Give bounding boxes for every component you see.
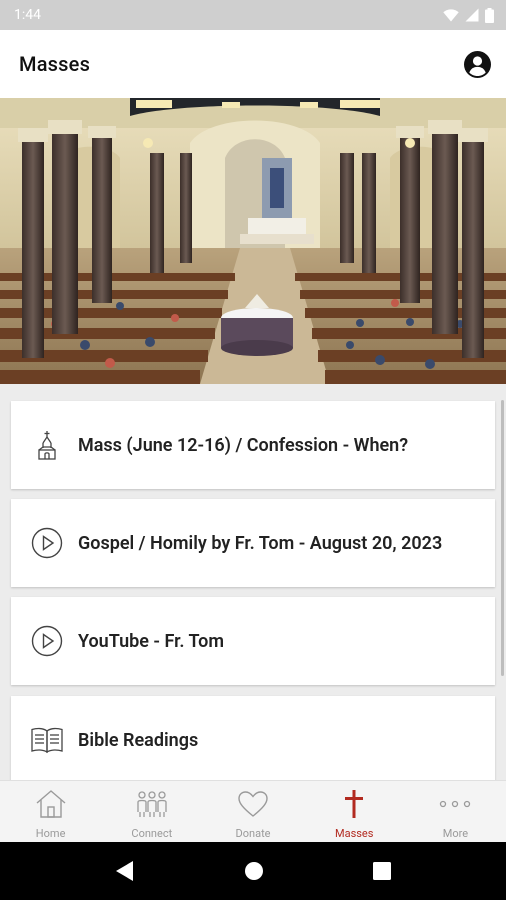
nav-home[interactable]: Home (0, 781, 101, 843)
list-item-label: Bible Readings (78, 729, 199, 751)
home-button[interactable] (244, 861, 264, 881)
list-item-label: Gospel / Homily by Fr. Tom - August 20, … (78, 532, 443, 554)
nav-label: Donate (235, 827, 271, 840)
cross-icon (343, 788, 365, 820)
people-icon (135, 788, 169, 820)
recents-button[interactable] (373, 862, 392, 880)
nav-more[interactable]: More (405, 781, 506, 843)
church-illustration (0, 98, 506, 384)
status-bar: 1:44 (0, 0, 506, 30)
more-icon (439, 788, 471, 820)
status-time: 1:44 (14, 7, 41, 23)
book-icon (30, 723, 64, 757)
nav-connect[interactable]: Connect (101, 781, 202, 843)
church-interior-image (0, 98, 506, 384)
list-item-youtube[interactable]: YouTube - Fr. Tom (11, 597, 495, 685)
signal-icon (465, 8, 479, 22)
home-icon (35, 788, 67, 820)
app-bar: Masses (0, 30, 506, 98)
heart-icon (237, 788, 269, 820)
play-circle-icon (30, 624, 64, 658)
back-button[interactable] (115, 860, 135, 882)
home-circle-icon (244, 862, 263, 880)
page-title: Masses (19, 52, 91, 76)
system-navigation-bar (0, 842, 506, 900)
battery-icon (485, 7, 494, 23)
list-item-label: Mass (June 12-16) / Confession - When? (78, 434, 409, 456)
profile-button[interactable] (462, 49, 492, 79)
nav-label: More (442, 827, 469, 840)
nav-masses[interactable]: Masses (304, 781, 405, 843)
list-item-mass-confession[interactable]: Mass (June 12-16) / Confession - When? (11, 401, 495, 489)
scrollbar[interactable] (501, 400, 504, 676)
status-icons (443, 7, 494, 23)
nav-label: Home (35, 827, 66, 840)
recents-square-icon (373, 862, 392, 880)
nav-label: Connect (131, 827, 173, 840)
list-item-bible-readings[interactable]: Bible Readings (11, 696, 495, 780)
list-item-label: YouTube - Fr. Tom (78, 630, 224, 652)
nav-donate[interactable]: Donate (202, 781, 303, 843)
list-item-gospel-homily[interactable]: Gospel / Homily by Fr. Tom - August 20, … (11, 499, 495, 587)
back-triangle-icon (115, 861, 133, 881)
masses-list: Mass (June 12-16) / Confession - When? G… (0, 384, 506, 780)
church-icon (30, 428, 64, 462)
nav-label: Masses (334, 827, 374, 840)
wifi-icon (443, 8, 459, 21)
play-circle-icon (30, 526, 64, 560)
bottom-navigation: Home Connect Donate Masses More (0, 780, 506, 843)
account-circle-icon (463, 50, 491, 78)
